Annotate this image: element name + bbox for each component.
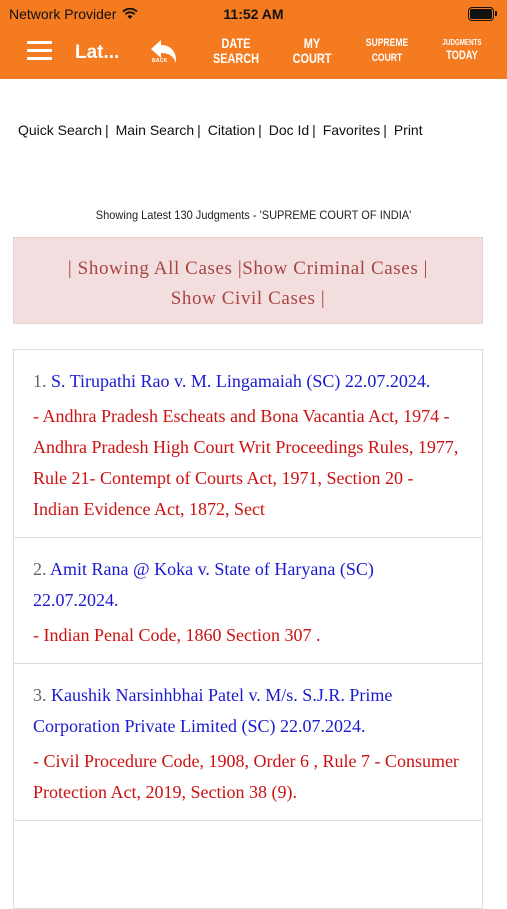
menu-icon[interactable]	[27, 41, 52, 61]
my-court-button[interactable]: MY COURT	[289, 36, 336, 66]
search-links: Quick Search | Main Search | Citation | Doc…	[18, 122, 426, 138]
supreme-court-button[interactable]: SUPREME COURT	[360, 36, 415, 66]
separator: |	[312, 122, 316, 138]
case-subject: - Civil Procedure Code, 1908, Order 6 , …	[33, 751, 459, 802]
case-title-link[interactable]: S. Tirupathi Rao v. M. Lingamaiah (SC) 2…	[51, 371, 430, 391]
list-item[interactable]: 1. S. Tirupathi Rao v. M. Lingamaiah (SC…	[14, 350, 482, 538]
judgment-list: 1. S. Tirupathi Rao v. M. Lingamaiah (SC…	[13, 349, 483, 909]
case-number: 2.	[33, 559, 47, 579]
judgments-today-line2: TODAY	[446, 48, 478, 62]
list-item[interactable]: 2. Amit Rana @ Koka v. State of Haryana …	[14, 538, 482, 664]
filter-criminal-link[interactable]: | Showing All Cases |Show Criminal Cases…	[14, 254, 482, 284]
filter-civil-link[interactable]: Show Civil Cases |	[14, 284, 482, 314]
case-subject: - Indian Penal Code, 1860 Section 307 .	[33, 625, 321, 645]
back-label: BACK	[152, 58, 168, 64]
toolbar: Lat... BACK DATE SEARCH MY COURT SUPREME…	[0, 28, 507, 79]
case-heading: 1. S. Tirupathi Rao v. M. Lingamaiah (SC…	[33, 366, 463, 397]
list-item[interactable]: 3. Kaushik Narsinhbhai Patel v. M/s. S.J…	[14, 664, 482, 821]
date-search-button[interactable]: DATE SEARCH	[213, 36, 260, 66]
doc-id-link[interactable]: Doc Id	[269, 122, 309, 138]
screen-title: Lat...	[75, 42, 120, 63]
judgments-today-button[interactable]: JUDGMENTS TODAY	[437, 36, 487, 62]
supreme-court-line1: SUPREME	[365, 37, 409, 49]
print-link[interactable]: Print	[394, 122, 423, 138]
case-filter-panel: | Showing All Cases |Show Criminal Cases…	[13, 237, 483, 324]
citation-link[interactable]: Citation	[208, 122, 255, 138]
separator: |	[383, 122, 387, 138]
case-title-link[interactable]: Kaushik Narsinhbhai Patel v. M/s. S.J.R.…	[33, 685, 392, 736]
status-bar: Network Provider 11:52 AM	[0, 0, 507, 28]
separator: |	[258, 122, 262, 138]
battery-icon	[468, 7, 497, 21]
main-search-link[interactable]: Main Search	[116, 122, 195, 138]
separator: |	[105, 122, 109, 138]
app-header: Network Provider 11:52 AM Lat... BACK DA…	[0, 0, 507, 79]
quick-search-link[interactable]: Quick Search	[18, 122, 102, 138]
results-summary: Showing Latest 130 Judgments - 'SUPREME …	[95, 208, 412, 222]
date-search-line2: SEARCH	[212, 50, 260, 66]
case-heading: 2. Amit Rana @ Koka v. State of Haryana …	[33, 554, 463, 616]
case-heading: 3. Kaushik Narsinhbhai Patel v. M/s. S.J…	[33, 680, 463, 742]
case-subject: - Andhra Pradesh Escheats and Bona Vacan…	[33, 406, 459, 519]
supreme-court-line2: COURT	[371, 52, 403, 64]
favorites-link[interactable]: Favorites	[323, 122, 381, 138]
status-time: 11:52 AM	[223, 6, 284, 22]
separator: |	[197, 122, 201, 138]
case-title-link[interactable]: Amit Rana @ Koka v. State of Haryana (SC…	[33, 559, 374, 610]
case-number: 3.	[33, 685, 47, 705]
date-search-line1: DATE	[221, 35, 251, 51]
my-court-line2: COURT	[292, 50, 332, 66]
case-number: 1.	[33, 371, 47, 391]
my-court-line1: MY	[303, 35, 321, 51]
